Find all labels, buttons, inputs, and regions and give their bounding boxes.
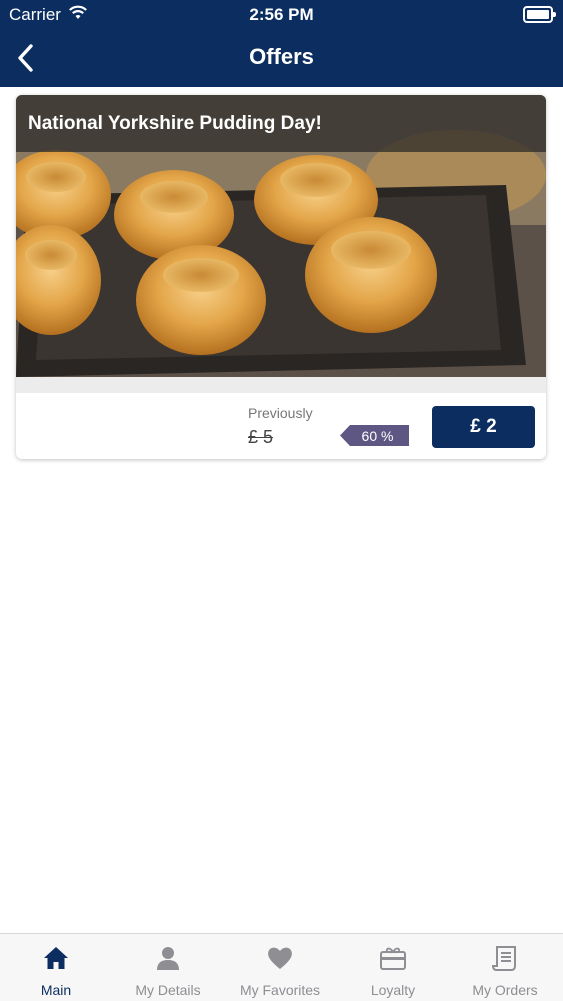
battery-icon <box>523 6 556 23</box>
tab-label: My Details <box>135 982 201 998</box>
person-icon <box>157 947 179 970</box>
tab-loyalty[interactable]: Loyalty <box>337 934 449 1001</box>
tab-bar: Main My Details My Favorites Loyalty My … <box>0 933 563 1001</box>
heart-icon <box>268 947 292 969</box>
home-icon <box>44 947 68 969</box>
offer-title: National Yorkshire Pudding Day! <box>28 113 322 134</box>
previously-label: Previously <box>248 405 313 421</box>
page-title: Offers <box>249 44 314 69</box>
old-price: £ 5 <box>248 427 274 447</box>
status-bar: Carrier 2:56 PM <box>0 0 563 30</box>
app-header: Carrier 2:56 PM Offers <box>0 0 563 87</box>
discount-badge: 60 % <box>340 425 409 446</box>
price-button[interactable]: £ 2 <box>432 406 535 448</box>
status-time: 2:56 PM <box>249 5 314 24</box>
tab-my-details[interactable]: My Details <box>112 934 224 1001</box>
tab-my-orders[interactable]: My Orders <box>449 934 561 1001</box>
image-separator <box>16 377 546 393</box>
title-band: National Yorkshire Pudding Day! <box>16 95 546 152</box>
tab-label: My Favorites <box>239 982 321 998</box>
tab-my-favorites[interactable]: My Favorites <box>224 934 336 1001</box>
offer-card[interactable]: National Yorkshire Pudding Day! Previous… <box>16 95 546 459</box>
tab-label: Main <box>40 982 72 998</box>
tab-label: My Orders <box>472 982 538 998</box>
tab-label: Loyalty <box>370 982 416 998</box>
gift-card-icon <box>380 947 406 970</box>
receipt-icon <box>491 946 516 971</box>
tab-main[interactable]: Main <box>0 934 112 1001</box>
